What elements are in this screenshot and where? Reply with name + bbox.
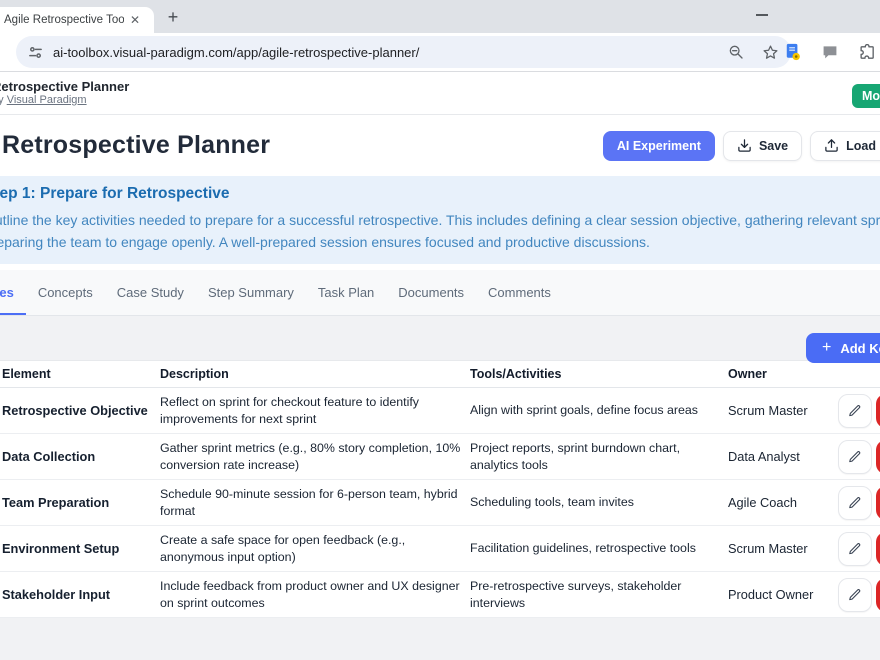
cell-description: Schedule 90-minute session for 6-person … bbox=[160, 486, 470, 519]
delete-row-button[interactable] bbox=[876, 532, 880, 566]
save-label: Save bbox=[759, 139, 788, 153]
table-body: Retrospective ObjectiveReflect on sprint… bbox=[0, 388, 880, 618]
browser-window: Agile Retrospective Tool | F ✕ + ai-tool… bbox=[0, 0, 880, 660]
bookmark-star-icon[interactable] bbox=[762, 44, 779, 61]
address-bar[interactable]: ai-toolbox.visual-paradigm.com/app/agile… bbox=[16, 36, 791, 68]
step-description-line: Outline the key activities needed to pre… bbox=[0, 209, 880, 231]
edit-row-button[interactable] bbox=[838, 440, 872, 474]
more-button[interactable]: More bbox=[852, 84, 880, 108]
add-row: + Add Key Activity bbox=[0, 316, 880, 346]
download-icon bbox=[737, 138, 752, 153]
delete-row-button[interactable] bbox=[876, 578, 880, 612]
cell-element: Team Preparation bbox=[0, 495, 160, 510]
column-header: Owner bbox=[728, 367, 838, 381]
add-button-label: Add Key Activity bbox=[840, 341, 880, 356]
table-row: Retrospective ObjectiveReflect on sprint… bbox=[0, 388, 880, 434]
cell-owner: Scrum Master bbox=[728, 541, 838, 556]
page-title-row: Retrospective Planner AI Experiment Save bbox=[0, 115, 880, 176]
chat-extension-icon[interactable] bbox=[822, 44, 838, 60]
cell-tools: Project reports, sprint burndown chart, … bbox=[470, 440, 728, 473]
cell-description: Include feedback from product owner and … bbox=[160, 578, 470, 611]
visual-paradigm-link[interactable]: Visual Paradigm bbox=[7, 94, 87, 106]
browser-tab[interactable]: Agile Retrospective Tool | F ✕ bbox=[0, 7, 154, 33]
add-key-activity-button[interactable]: + Add Key Activity bbox=[806, 333, 880, 363]
tab-case-study[interactable]: Case Study bbox=[105, 270, 196, 315]
cell-tools: Pre-retrospective surveys, stakeholder i… bbox=[470, 578, 728, 611]
minimize-icon[interactable] bbox=[756, 14, 768, 16]
load-label: Load bbox=[846, 139, 876, 153]
cell-element: Retrospective Objective bbox=[0, 403, 160, 418]
zoom-out-icon[interactable] bbox=[728, 44, 744, 60]
delete-row-button[interactable] bbox=[876, 440, 880, 474]
upload-icon bbox=[824, 138, 839, 153]
step-description: Outline the key activities needed to pre… bbox=[0, 209, 880, 253]
activities-table: ElementDescriptionTools/ActivitiesOwner … bbox=[0, 360, 880, 618]
cell-description: Create a safe space for open feedback (e… bbox=[160, 532, 470, 565]
tab-activities[interactable]: Activities bbox=[0, 270, 26, 315]
cell-description: Reflect on sprint for checkout feature t… bbox=[160, 394, 470, 427]
cell-tools: Facilitation guidelines, retrospective t… bbox=[470, 540, 728, 557]
delete-row-button[interactable] bbox=[876, 394, 880, 428]
content-panel: + Add Key Activity ElementDescriptionToo… bbox=[0, 316, 880, 660]
tab-documents[interactable]: Documents bbox=[386, 270, 476, 315]
cell-description: Gather sprint metrics (e.g., 80% story c… bbox=[160, 440, 470, 473]
tab-concepts[interactable]: Concepts bbox=[26, 270, 105, 315]
ai-experiment-button[interactable]: AI Experiment bbox=[603, 131, 715, 161]
site-title: Retrospective Planner bbox=[0, 79, 880, 94]
column-header: Tools/Activities bbox=[470, 367, 728, 381]
table-header-row: ElementDescriptionTools/ActivitiesOwner bbox=[0, 360, 880, 388]
docs-extension-icon[interactable] bbox=[784, 43, 801, 61]
tab-task-plan[interactable]: Task Plan bbox=[306, 270, 386, 315]
site-settings-icon[interactable] bbox=[28, 45, 43, 60]
browser-tab-strip: Agile Retrospective Tool | F ✕ + bbox=[0, 0, 880, 33]
table-row: Team PreparationSchedule 90-minute sessi… bbox=[0, 480, 880, 526]
byline-prefix: by bbox=[0, 94, 7, 106]
tab-close-icon[interactable]: ✕ bbox=[130, 14, 140, 26]
site-byline: by Visual Paradigm bbox=[0, 94, 880, 107]
table-row: Data CollectionGather sprint metrics (e.… bbox=[0, 434, 880, 480]
delete-row-button[interactable] bbox=[876, 486, 880, 520]
cell-element: Stakeholder Input bbox=[0, 587, 160, 602]
extensions-puzzle-icon[interactable] bbox=[859, 44, 876, 61]
cell-owner: Data Analyst bbox=[728, 449, 838, 464]
tab-comments[interactable]: Comments bbox=[476, 270, 563, 315]
tab-step-summary[interactable]: Step Summary bbox=[196, 270, 306, 315]
cell-owner: Scrum Master bbox=[728, 403, 838, 418]
plus-icon: + bbox=[822, 340, 831, 356]
browser-toolbar: ai-toolbox.visual-paradigm.com/app/agile… bbox=[0, 33, 880, 72]
column-header: Description bbox=[160, 367, 470, 381]
step-description-line: preparing the team to engage openly. A w… bbox=[0, 231, 880, 253]
new-tab-button[interactable]: + bbox=[162, 6, 184, 28]
save-button[interactable]: Save bbox=[723, 131, 802, 161]
edit-row-button[interactable] bbox=[838, 532, 872, 566]
page-title: Retrospective Planner bbox=[2, 131, 270, 160]
table-row: Environment SetupCreate a safe space for… bbox=[0, 526, 880, 572]
table-row: Stakeholder InputInclude feedback from p… bbox=[0, 572, 880, 618]
edit-row-button[interactable] bbox=[838, 578, 872, 612]
webpage: Retrospective Planner by Visual Paradigm… bbox=[0, 72, 880, 660]
step-heading: Step 1: Prepare for Retrospective bbox=[0, 185, 880, 203]
column-header: Element bbox=[0, 367, 160, 381]
tabs-row: ActivitiesConceptsCase StudyStep Summary… bbox=[0, 270, 880, 316]
step-info-box: Step 1: Prepare for Retrospective Outlin… bbox=[0, 176, 880, 264]
cell-tools: Align with sprint goals, define focus ar… bbox=[470, 402, 728, 419]
cell-element: Environment Setup bbox=[0, 541, 160, 556]
load-button[interactable]: Load bbox=[810, 131, 880, 161]
edit-row-button[interactable] bbox=[838, 394, 872, 428]
cell-element: Data Collection bbox=[0, 449, 160, 464]
cell-owner: Product Owner bbox=[728, 587, 838, 602]
edit-row-button[interactable] bbox=[838, 486, 872, 520]
url-text[interactable]: ai-toolbox.visual-paradigm.com/app/agile… bbox=[53, 45, 419, 60]
tab-bar: ActivitiesConceptsCase StudyStep Summary… bbox=[0, 270, 563, 315]
browser-tab-title: Agile Retrospective Tool | F bbox=[4, 14, 124, 26]
cell-tools: Scheduling tools, team invites bbox=[470, 494, 728, 511]
site-header: Retrospective Planner by Visual Paradigm… bbox=[0, 72, 880, 115]
cell-owner: Agile Coach bbox=[728, 495, 838, 510]
